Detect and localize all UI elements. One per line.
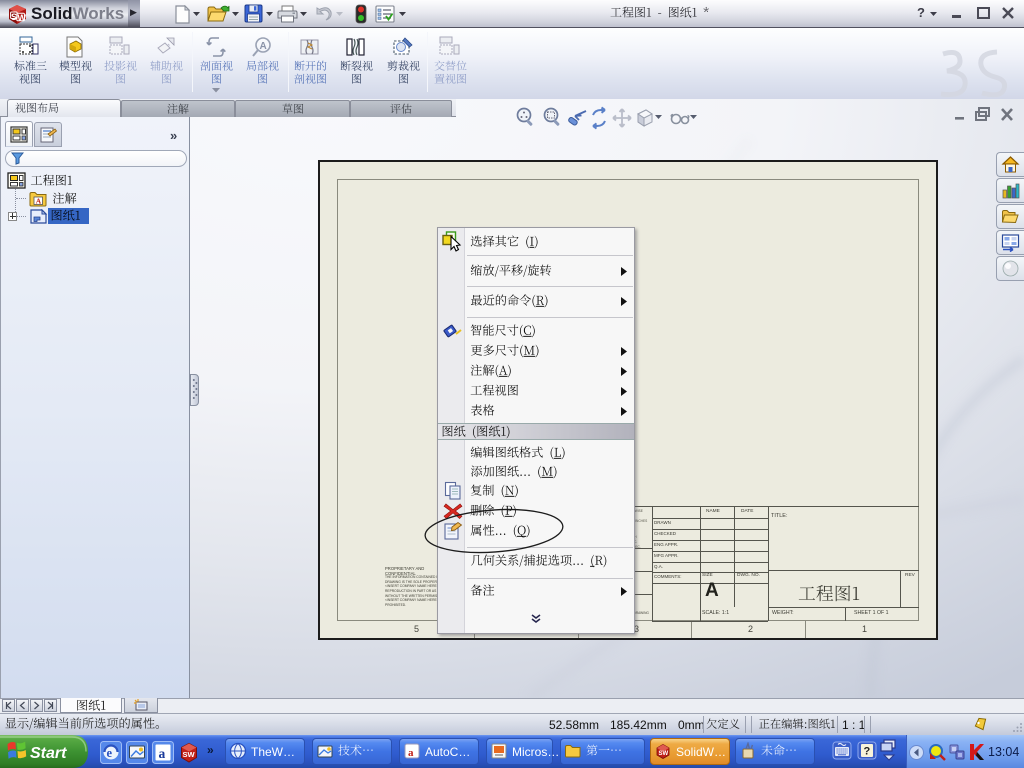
svg-text:?: ? bbox=[864, 746, 871, 758]
svg-text:A: A bbox=[260, 41, 267, 52]
svg-text:S: S bbox=[11, 12, 17, 22]
svg-text:Start: Start bbox=[30, 745, 67, 762]
svg-text:W: W bbox=[18, 13, 27, 23]
svg-text:A: A bbox=[36, 197, 42, 206]
svg-text:a: a bbox=[159, 746, 166, 761]
svg-text:SW: SW bbox=[183, 750, 196, 759]
svg-text:SW: SW bbox=[659, 751, 669, 757]
svg-text:e: e bbox=[107, 746, 113, 760]
svg-text:a: a bbox=[408, 747, 414, 759]
